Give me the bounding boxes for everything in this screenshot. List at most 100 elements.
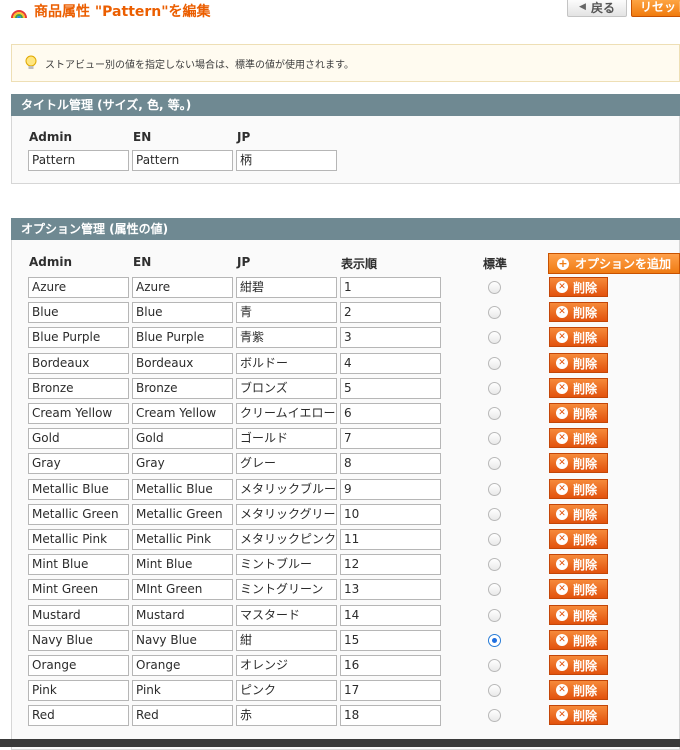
option-en-input[interactable]: Gold xyxy=(132,428,233,449)
option-admin-input[interactable]: Mint Green xyxy=(28,579,129,600)
option-order-input[interactable]: 13 xyxy=(340,579,441,600)
option-order-input[interactable]: 12 xyxy=(340,554,441,575)
delete-option-button[interactable]: ✕ 削除 xyxy=(549,479,608,499)
option-jp-input[interactable]: 紺碧 xyxy=(236,277,337,298)
option-jp-input[interactable]: メタリックピンク xyxy=(236,529,337,550)
option-en-input[interactable]: Mint Blue xyxy=(132,554,233,575)
option-order-input[interactable]: 9 xyxy=(340,479,441,500)
option-en-input[interactable]: Blue xyxy=(132,302,233,323)
option-order-input[interactable]: 4 xyxy=(340,353,441,374)
default-radio[interactable] xyxy=(488,306,501,319)
option-admin-input[interactable]: Orange xyxy=(28,655,129,676)
default-radio[interactable] xyxy=(488,533,501,546)
option-admin-input[interactable]: Gray xyxy=(28,453,129,474)
delete-option-button[interactable]: ✕ 削除 xyxy=(549,277,608,297)
option-en-input[interactable]: Metallic Green xyxy=(132,504,233,525)
option-order-input[interactable]: 2 xyxy=(340,302,441,323)
option-order-input[interactable]: 18 xyxy=(340,705,441,726)
option-admin-input[interactable]: Bordeaux xyxy=(28,353,129,374)
option-order-input[interactable]: 8 xyxy=(340,453,441,474)
option-admin-input[interactable]: Pink xyxy=(28,680,129,701)
title-en-input[interactable]: Pattern xyxy=(132,150,233,171)
default-radio[interactable] xyxy=(488,457,501,470)
delete-option-button[interactable]: ✕ 削除 xyxy=(549,705,608,725)
delete-option-button[interactable]: ✕ 削除 xyxy=(549,680,608,700)
back-button[interactable]: ◀ 戻る xyxy=(567,0,627,17)
option-en-input[interactable]: Navy Blue xyxy=(132,630,233,651)
option-en-input[interactable]: Bordeaux xyxy=(132,353,233,374)
title-jp-input[interactable]: 柄 xyxy=(236,150,337,171)
option-order-input[interactable]: 1 xyxy=(340,277,441,298)
option-en-input[interactable]: MInt Green xyxy=(132,579,233,600)
option-jp-input[interactable]: ミントグリーン xyxy=(236,579,337,600)
delete-option-button[interactable]: ✕ 削除 xyxy=(549,353,608,373)
option-jp-input[interactable]: マスタード xyxy=(236,605,337,626)
delete-option-button[interactable]: ✕ 削除 xyxy=(549,453,608,473)
option-jp-input[interactable]: ボルドー xyxy=(236,353,337,374)
option-admin-input[interactable]: Mustard xyxy=(28,605,129,626)
option-jp-input[interactable]: ミントブルー xyxy=(236,554,337,575)
option-en-input[interactable]: Cream Yellow xyxy=(132,403,233,424)
option-en-input[interactable]: Pink xyxy=(132,680,233,701)
default-radio[interactable] xyxy=(488,583,501,596)
option-jp-input[interactable]: ブロンズ xyxy=(236,378,337,399)
option-admin-input[interactable]: Mint Blue xyxy=(28,554,129,575)
add-option-button[interactable]: + オプションを追加 xyxy=(548,253,680,274)
option-en-input[interactable]: Bronze xyxy=(132,378,233,399)
option-order-input[interactable]: 7 xyxy=(340,428,441,449)
option-jp-input[interactable]: メタリックブルー xyxy=(236,479,337,500)
delete-option-button[interactable]: ✕ 削除 xyxy=(549,403,608,423)
option-order-input[interactable]: 10 xyxy=(340,504,441,525)
option-admin-input[interactable]: Metallic Pink xyxy=(28,529,129,550)
option-en-input[interactable]: Blue Purple xyxy=(132,327,233,348)
option-en-input[interactable]: Gray xyxy=(132,453,233,474)
default-radio[interactable] xyxy=(488,609,501,622)
delete-option-button[interactable]: ✕ 削除 xyxy=(549,529,608,549)
reset-button[interactable]: リセット xyxy=(631,0,680,17)
default-radio[interactable] xyxy=(488,407,501,420)
option-admin-input[interactable]: Metallic Green xyxy=(28,504,129,525)
option-admin-input[interactable]: Gold xyxy=(28,428,129,449)
option-order-input[interactable]: 3 xyxy=(340,327,441,348)
option-admin-input[interactable]: Blue Purple xyxy=(28,327,129,348)
option-admin-input[interactable]: Metallic Blue xyxy=(28,479,129,500)
default-radio[interactable] xyxy=(488,357,501,370)
default-radio[interactable] xyxy=(488,508,501,521)
default-radio[interactable] xyxy=(488,483,501,496)
option-admin-input[interactable]: Blue xyxy=(28,302,129,323)
option-admin-input[interactable]: Azure xyxy=(28,277,129,298)
delete-option-button[interactable]: ✕ 削除 xyxy=(549,605,608,625)
default-radio[interactable] xyxy=(488,382,501,395)
default-radio[interactable] xyxy=(488,281,501,294)
option-en-input[interactable]: Metallic Blue xyxy=(132,479,233,500)
title-admin-input[interactable]: Pattern xyxy=(28,150,129,171)
option-en-input[interactable]: Red xyxy=(132,705,233,726)
option-en-input[interactable]: Orange xyxy=(132,655,233,676)
option-order-input[interactable]: 14 xyxy=(340,605,441,626)
delete-option-button[interactable]: ✕ 削除 xyxy=(549,630,608,650)
option-jp-input[interactable]: 青紫 xyxy=(236,327,337,348)
delete-option-button[interactable]: ✕ 削除 xyxy=(549,554,608,574)
option-order-input[interactable]: 15 xyxy=(340,630,441,651)
option-en-input[interactable]: Mustard xyxy=(132,605,233,626)
option-jp-input[interactable]: ゴールド xyxy=(236,428,337,449)
option-en-input[interactable]: Metallic Pink xyxy=(132,529,233,550)
delete-option-button[interactable]: ✕ 削除 xyxy=(549,302,608,322)
delete-option-button[interactable]: ✕ 削除 xyxy=(549,378,608,398)
delete-option-button[interactable]: ✕ 削除 xyxy=(549,579,608,599)
option-jp-input[interactable]: メタリックグリーン xyxy=(236,504,337,525)
option-jp-input[interactable]: クリームイエロー xyxy=(236,403,337,424)
option-jp-input[interactable]: グレー xyxy=(236,453,337,474)
option-admin-input[interactable]: Red xyxy=(28,705,129,726)
option-order-input[interactable]: 11 xyxy=(340,529,441,550)
option-jp-input[interactable]: 青 xyxy=(236,302,337,323)
delete-option-button[interactable]: ✕ 削除 xyxy=(549,504,608,524)
option-admin-input[interactable]: Navy Blue xyxy=(28,630,129,651)
delete-option-button[interactable]: ✕ 削除 xyxy=(549,655,608,675)
delete-option-button[interactable]: ✕ 削除 xyxy=(549,428,608,448)
option-order-input[interactable]: 6 xyxy=(340,403,441,424)
default-radio[interactable] xyxy=(488,558,501,571)
option-jp-input[interactable]: 赤 xyxy=(236,705,337,726)
default-radio[interactable] xyxy=(488,659,501,672)
option-admin-input[interactable]: Cream Yellow xyxy=(28,403,129,424)
